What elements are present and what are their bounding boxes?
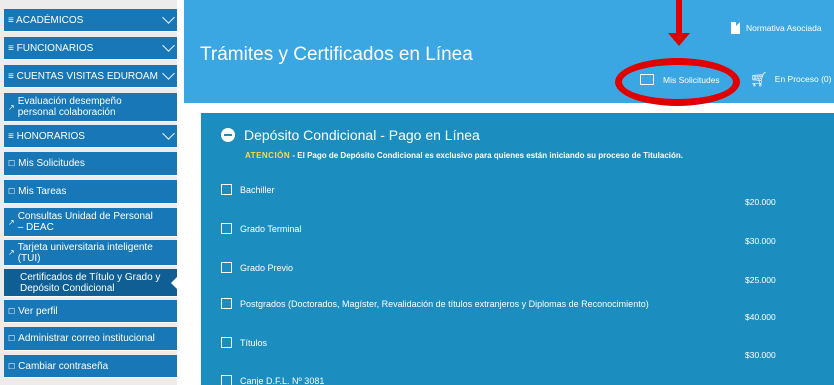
en-proceso-label: En Proceso (0): [774, 74, 832, 84]
option-price: $25.000: [745, 275, 776, 285]
option-price: $40.000: [745, 312, 776, 322]
active-indicator: [171, 276, 177, 290]
option-canje[interactable]: Canje D.F.L. Nº 3081: [221, 375, 324, 385]
square-icon: ☐: [8, 159, 16, 168]
sidebar-item-correo[interactable]: ☐ Administrar correo institucional: [4, 327, 177, 351]
sidebar-item-ver-perfil[interactable]: ☐ Ver perfil: [4, 300, 177, 323]
sidebar-item-tarjeta[interactable]: ↗ Tarjeta universitaria inteligente (TUI…: [4, 240, 177, 266]
chevron-down-icon: [162, 39, 175, 52]
section-header[interactable]: Depósito Condicional - Pago en Línea: [221, 127, 480, 143]
sidebar-item-label: Evaluación desempeño personal colaboraci…: [17, 96, 122, 118]
sidebar-item-mis-solicitudes[interactable]: ☐ Mis Solicitudes: [4, 152, 177, 176]
sidebar-item-evaluacion[interactable]: ↗ Evaluación desempeño personal colabora…: [4, 93, 177, 122]
checkbox[interactable]: [221, 375, 232, 385]
external-link-icon: ↗: [8, 248, 15, 257]
sidebar-item-label: ≡ ACADÉMICOS: [8, 14, 84, 26]
square-icon: ☐: [8, 187, 16, 196]
option-price: $30.000: [745, 350, 776, 360]
sidebar-item-cuentas-visitas[interactable]: ≡ CUENTAS VISITAS EDUROAM: [4, 65, 177, 88]
annotation-circle: [615, 58, 740, 106]
option-label: Postgrados (Doctorados, Magíster, Revali…: [240, 298, 649, 309]
cart-icon: 🛒︎: [750, 71, 768, 87]
sidebar-item-label: ≡ FUNCIONARIOS: [8, 42, 94, 54]
option-titulos[interactable]: Títulos: [221, 337, 267, 348]
notice-text: ATENCIÓN - El Pago de Depósito Condicion…: [245, 151, 683, 160]
normativa-link[interactable]: Normativa Asociada: [731, 22, 822, 34]
option-label: Títulos: [240, 337, 268, 348]
option-grado-terminal[interactable]: Grado Terminal: [221, 223, 301, 234]
sidebar-item-label: Mis Tareas: [18, 186, 67, 197]
square-icon: ☐: [8, 334, 16, 343]
chevron-down-icon: [162, 127, 175, 140]
checkbox[interactable]: [221, 262, 232, 273]
sidebar-item-funcionarios[interactable]: ≡ FUNCIONARIOS: [4, 37, 177, 60]
notice-label: ATENCIÓN: [245, 151, 291, 160]
option-label: Grado Previo: [240, 262, 294, 273]
section-title: Depósito Condicional - Pago en Línea: [244, 127, 480, 143]
external-link-icon: ↗: [8, 102, 15, 112]
checkbox[interactable]: [221, 223, 232, 234]
sidebar-item-label: Consultas Unidad de Personal – DEAC: [17, 211, 153, 233]
notice-body: - El Pago de Depósito Condicional es exc…: [290, 151, 684, 160]
page-title: Trámites y Certificados en Línea: [200, 44, 473, 65]
option-label: Canje D.F.L. Nº 3081: [240, 375, 325, 385]
annotation-arrow: [676, 0, 682, 34]
option-price: $20.000: [745, 197, 776, 207]
collapse-icon[interactable]: [221, 128, 235, 142]
sidebar-item-mis-tareas[interactable]: ☐ Mis Tareas: [4, 180, 177, 204]
sidebar-item-label: ≡ CUENTAS VISITAS EDUROAM: [8, 70, 158, 82]
option-grado-previo[interactable]: Grado Previo: [221, 262, 293, 273]
chevron-down-icon: [162, 11, 175, 24]
sidebar-item-label: Tarjeta universitaria inteligente (TUI): [17, 241, 153, 264]
option-postgrados[interactable]: Postgrados (Doctorados, Magíster, Revali…: [221, 298, 649, 309]
document-icon: [731, 22, 740, 34]
sidebar-item-label: Cambiar contraseña: [18, 360, 109, 372]
sidebar-item-academicos[interactable]: ≡ ACADÉMICOS: [4, 9, 177, 32]
checkbox[interactable]: [221, 184, 232, 195]
sidebar-item-honorarios[interactable]: ≡ HONORARIOS: [4, 125, 177, 148]
sidebar-item-label: ≡ HONORARIOS: [8, 130, 85, 142]
sidebar: ≡ ACADÉMICOS ≡ FUNCIONARIOS ≡ CUENTAS VI…: [0, 0, 177, 385]
option-bachiller[interactable]: Bachiller: [221, 184, 275, 195]
checkbox[interactable]: [221, 337, 232, 348]
sidebar-item-certificados[interactable]: Certificados de Título y Grado y Depósit…: [4, 269, 177, 297]
sidebar-item-label: Ver perfil: [18, 305, 58, 317]
square-icon: ☐: [8, 306, 16, 316]
square-icon: ☐: [8, 361, 16, 371]
en-proceso-button[interactable]: 🛒︎ En Proceso (0): [750, 71, 832, 87]
normativa-label: Normativa Asociada: [746, 23, 822, 33]
deposito-panel: Depósito Condicional - Pago en Línea ATE…: [201, 113, 834, 385]
checkbox[interactable]: [221, 298, 232, 309]
option-price: $30.000: [745, 236, 776, 246]
sidebar-item-contrasena[interactable]: ☐ Cambiar contraseña: [4, 355, 177, 378]
chevron-down-icon: [162, 67, 175, 80]
annotation-arrow-head: [668, 33, 690, 46]
sidebar-item-consultas[interactable]: ↗ Consultas Unidad de Personal – DEAC: [4, 208, 177, 237]
option-label: Bachiller: [240, 184, 275, 195]
sidebar-item-label: Certificados de Título y Grado y Depósit…: [20, 271, 161, 294]
external-link-icon: ↗: [8, 217, 15, 227]
sidebar-item-label: Mis Solicitudes: [18, 158, 85, 169]
sidebar-item-label: Administrar correo institucional: [18, 333, 155, 344]
option-label: Grado Terminal: [240, 223, 302, 234]
